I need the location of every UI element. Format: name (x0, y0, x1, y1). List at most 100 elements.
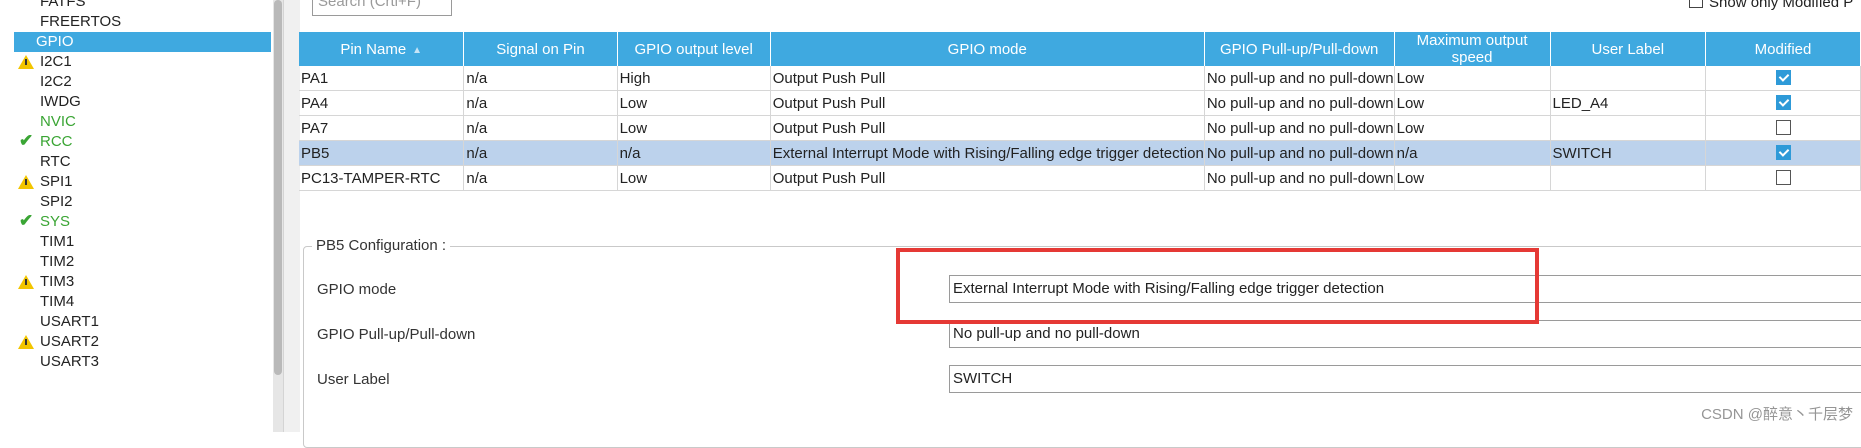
watermark: CSDN @醉意丶千层梦 (1701, 406, 1853, 423)
sidebar-item-tim3[interactable]: TIM3 (14, 272, 271, 292)
sidebar-item-freertos[interactable]: FREERTOS (14, 12, 271, 32)
checkbox-icon[interactable] (1689, 0, 1703, 8)
cell-speed: n/a (1394, 140, 1551, 166)
sidebar-item-label: FREERTOS (40, 13, 122, 30)
sidebar-item-i2c2[interactable]: I2C2 (14, 72, 271, 92)
cell-output-level: Low (617, 165, 771, 191)
column-header-user-label[interactable]: User Label (1550, 32, 1707, 66)
column-header-pull[interactable]: GPIO Pull-up/Pull-down (1204, 32, 1395, 66)
sidebar-item-rcc[interactable]: ✔ RCC (14, 131, 271, 152)
cell-output-level: Low (617, 90, 771, 116)
pin-table: Pin Name ▲ Signal on Pin GPIO output leve… (299, 32, 1861, 191)
cell-gpio-mode: Output Push Pull (770, 115, 1205, 141)
sidebar-item-label: RCC (40, 133, 73, 150)
sidebar-item-sys[interactable]: ✔ SYS (14, 211, 271, 232)
sidebar-item-nvic[interactable]: NVIC (14, 112, 271, 132)
cell-user-label: SWITCH (1550, 140, 1707, 166)
sidebar-item-label: SYS (40, 213, 71, 230)
cell-speed: Low (1394, 90, 1551, 116)
column-header-pin-name[interactable]: Pin Name ▲ (299, 32, 465, 66)
sidebar-item-usart3[interactable]: USART3 (14, 352, 271, 372)
gpio-configuration-panel: Search (Crtl+F) Show only Modified P Pin… (299, 0, 1861, 448)
sidebar-item-i2c1[interactable]: I2C1 (14, 52, 271, 72)
cell-output-level: n/a (617, 140, 771, 166)
sidebar-item-label: GPIO (36, 33, 74, 50)
sidebar-scrollbar-thumb[interactable] (274, 0, 282, 375)
sidebar-item-label: NVIC (40, 113, 76, 130)
cell-user-label (1550, 115, 1707, 141)
table-row[interactable]: PC13-TAMPER-RTC n/a Low Output Push Pull No … (299, 165, 1861, 191)
table-row[interactable]: PB5 n/a n/a External Interrupt Mode with Ri… (299, 140, 1861, 166)
panel-divider[interactable] (283, 0, 300, 432)
sidebar-item-label: IWDG (40, 93, 81, 110)
cell-speed: Low (1394, 115, 1551, 141)
cell-speed: Low (1394, 66, 1551, 91)
sidebar-item-label: TIM4 (40, 293, 75, 310)
cell-modified (1705, 140, 1861, 166)
sidebar-item-label: FATFS (40, 0, 86, 10)
show-only-modified-label: Show only Modified P (1709, 0, 1854, 11)
user-label-input[interactable]: SWITCH (949, 365, 1861, 393)
cell-pull: No pull-up and no pull-down (1204, 66, 1395, 91)
checked-checkbox-icon[interactable] (1775, 69, 1791, 85)
sidebar-item-label: SPI1 (40, 173, 73, 190)
pull-label: GPIO Pull-up/Pull-down (317, 326, 476, 343)
unchecked-checkbox-icon[interactable] (1775, 119, 1791, 135)
cell-pull: No pull-up and no pull-down (1204, 140, 1395, 166)
sidebar-item-gpio[interactable]: GPIO (14, 32, 271, 52)
sidebar-item-fatfs[interactable]: FATFS (14, 0, 271, 12)
search-input[interactable]: Search (Crtl+F) (312, 0, 452, 16)
cell-modified (1705, 115, 1861, 141)
cell-pin-name: PB5 (299, 140, 465, 166)
table-header: Pin Name ▲ Signal on Pin GPIO output leve… (299, 32, 1861, 66)
cell-pin-name: PA7 (299, 115, 465, 141)
checked-checkbox-icon[interactable] (1775, 144, 1791, 160)
cell-pull: No pull-up and no pull-down (1204, 90, 1395, 116)
table-body: PA1 n/a High Output Push Pull No pull-up and… (299, 66, 1861, 191)
show-only-modified-checkbox[interactable]: Show only Modified P (1689, 0, 1853, 11)
column-header-signal[interactable]: Signal on Pin (463, 32, 618, 66)
sidebar-item-usart2[interactable]: USART2 (14, 332, 271, 352)
cell-pin-name: PA1 (299, 66, 465, 91)
cell-output-level: Low (617, 115, 771, 141)
cell-gpio-mode: Output Push Pull (770, 66, 1205, 91)
column-header-output-level[interactable]: GPIO output level (617, 32, 771, 66)
unchecked-checkbox-icon[interactable] (1775, 169, 1791, 185)
check-icon: ✔ (19, 131, 34, 150)
peripheral-sidebar: FATFS FREERTOS GPIO I2C1 I2C2 IWDG NVIC ✔ RCC RTC… (0, 0, 273, 432)
check-icon: ✔ (19, 211, 34, 230)
checked-checkbox-icon[interactable] (1775, 94, 1791, 110)
cell-pull: No pull-up and no pull-down (1204, 165, 1395, 191)
cell-signal: n/a (463, 140, 618, 166)
table-row[interactable]: PA7 n/a Low Output Push Pull No pull-up and … (299, 115, 1861, 141)
sidebar-item-tim1[interactable]: TIM1 (14, 232, 271, 252)
column-header-modified[interactable]: Modified (1705, 32, 1861, 66)
cell-output-level: High (617, 66, 771, 91)
table-row[interactable]: PA4 n/a Low Output Push Pull No pull-up and … (299, 90, 1861, 116)
sidebar-item-spi1[interactable]: SPI1 (14, 172, 271, 192)
sidebar-item-tim2[interactable]: TIM2 (14, 252, 271, 272)
sidebar-item-label: USART1 (40, 313, 99, 330)
sidebar-item-label: USART3 (40, 353, 99, 370)
sidebar-item-label: I2C1 (40, 53, 72, 70)
sidebar-scrollbar[interactable] (273, 0, 283, 432)
sidebar-item-label: I2C2 (40, 73, 72, 90)
group-title: PB5 Configuration : (312, 237, 451, 254)
table-row[interactable]: PA1 n/a High Output Push Pull No pull-up and… (299, 66, 1861, 91)
cell-pin-name: PC13-TAMPER-RTC (299, 165, 465, 191)
cell-signal: n/a (463, 115, 618, 141)
sidebar-item-iwdg[interactable]: IWDG (14, 92, 271, 112)
sidebar-item-tim4[interactable]: TIM4 (14, 292, 271, 312)
pull-select[interactable]: No pull-up and no pull-down (949, 320, 1861, 348)
user-label-label: User Label (317, 371, 390, 388)
sidebar-item-spi2[interactable]: SPI2 (14, 192, 271, 212)
cell-gpio-mode: Output Push Pull (770, 165, 1205, 191)
sidebar-item-label: SPI2 (40, 193, 73, 210)
gpio-mode-label: GPIO mode (317, 281, 397, 298)
sidebar-item-usart1[interactable]: USART1 (14, 312, 271, 332)
column-header-speed[interactable]: Maximum output speed (1394, 32, 1551, 66)
sidebar-item-rtc[interactable]: RTC (14, 152, 271, 172)
cell-speed: Low (1394, 165, 1551, 191)
sidebar-item-label: USART2 (40, 333, 99, 350)
column-header-gpio-mode[interactable]: GPIO mode (770, 32, 1205, 66)
